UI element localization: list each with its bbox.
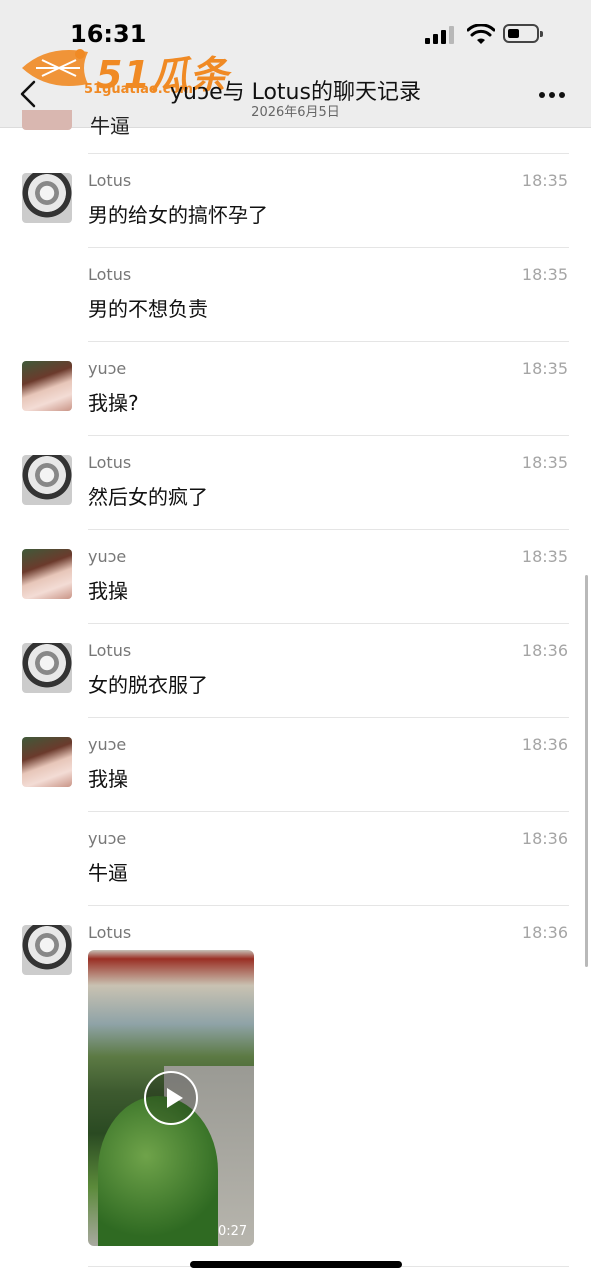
divider <box>88 435 569 436</box>
message-text: 牛逼 <box>88 861 128 885</box>
message-row: Lotus 18:35 男的不想负责 <box>0 247 591 341</box>
video-duration: 0:27 <box>218 1224 248 1239</box>
avatar[interactable] <box>22 455 72 505</box>
avatar[interactable] <box>22 643 72 693</box>
message-text: 然后女的疯了 <box>88 485 208 509</box>
message-text: 我操 <box>88 579 128 603</box>
sender-name: Lotus <box>88 641 132 660</box>
message-row: yuɔe 18:35 我操 <box>0 529 591 623</box>
sender-name: Lotus <box>88 265 132 284</box>
avatar[interactable] <box>22 549 72 599</box>
message-text: 女的脱衣服了 <box>88 673 208 697</box>
message-text: 男的不想负责 <box>88 297 208 321</box>
avatar[interactable] <box>22 925 72 975</box>
message-time: 18:36 <box>521 735 568 754</box>
message-time: 18:36 <box>521 829 568 848</box>
avatar[interactable] <box>22 173 72 223</box>
message-time: 18:35 <box>521 547 568 566</box>
previous-message-text: 牛逼 <box>90 114 130 138</box>
message-row: Lotus 18:35 然后女的疯了 <box>0 435 591 529</box>
divider <box>88 247 569 248</box>
divider <box>88 153 569 154</box>
avatar[interactable] <box>22 361 72 411</box>
signal-icon <box>425 26 457 44</box>
sender-name: Lotus <box>88 923 132 942</box>
message-time: 18:35 <box>521 265 568 284</box>
sender-name: Lotus <box>88 453 132 472</box>
message-row: yuɔe 18:35 我操? <box>0 341 591 435</box>
message-row: yuɔe 18:36 牛逼 <box>0 811 591 905</box>
message-text: 我操? <box>88 391 139 415</box>
message-row: yuɔe 18:36 我操 <box>0 717 591 811</box>
divider <box>88 717 569 718</box>
more-options-icon[interactable] <box>539 92 567 98</box>
sender-name: yuɔe <box>88 829 127 848</box>
message-row: Lotus 18:36 女的脱衣服了 <box>0 623 591 717</box>
divider <box>88 811 569 812</box>
sender-name: yuɔe <box>88 735 127 754</box>
message-text: 男的给女的搞怀孕了 <box>88 203 268 227</box>
chat-date: 2026年6月5日 <box>251 105 340 120</box>
wifi-icon <box>467 24 495 44</box>
divider <box>88 623 569 624</box>
divider <box>88 529 569 530</box>
home-indicator[interactable] <box>190 1261 402 1268</box>
chat-header: 16:31 51瓜条 51guatiao.com yuɔe与 Lotus的聊天记… <box>0 0 591 128</box>
play-icon[interactable] <box>144 1071 198 1125</box>
avatar[interactable] <box>22 737 72 787</box>
divider <box>88 341 569 342</box>
divider <box>88 905 569 906</box>
message-time: 18:35 <box>521 359 568 378</box>
avatar[interactable] <box>22 110 72 130</box>
message-time: 18:35 <box>521 453 568 472</box>
battery-icon <box>503 24 543 43</box>
message-time: 18:35 <box>521 171 568 190</box>
scrollbar[interactable] <box>585 575 588 967</box>
message-text: 我操 <box>88 767 128 791</box>
message-time: 18:36 <box>521 641 568 660</box>
message-row: Lotus 18:35 男的给女的搞怀孕了 <box>0 153 591 247</box>
sender-name: Lotus <box>88 171 132 190</box>
sender-name: yuɔe <box>88 547 127 566</box>
sender-name: yuɔe <box>88 359 127 378</box>
message-time: 18:36 <box>521 923 568 942</box>
